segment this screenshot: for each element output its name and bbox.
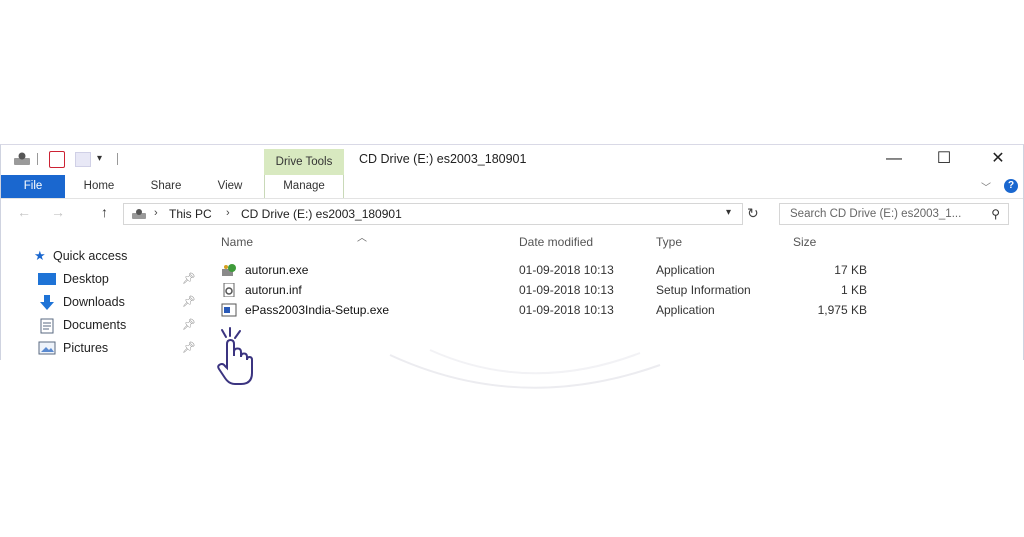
tab-share[interactable]: Share: [141, 175, 191, 198]
column-header-type[interactable]: Type: [656, 235, 682, 249]
setup-exe-icon: [221, 303, 237, 317]
window-title: CD Drive (E:) es2003_180901: [359, 152, 527, 166]
refresh-button[interactable]: ↻: [747, 205, 759, 222]
maximize-button[interactable]: ☐: [929, 149, 959, 171]
column-header-size[interactable]: Size: [793, 235, 816, 249]
downloads-icon: [40, 295, 54, 310]
file-size: 1 KB: [840, 283, 867, 297]
file-name: ePass2003India-Setup.exe: [245, 303, 390, 317]
file-date: 01-09-2018 10:13: [519, 263, 614, 277]
tab-home[interactable]: Home: [75, 175, 123, 198]
sidebar-item-label: Documents: [63, 318, 127, 332]
file-size: 17 KB: [834, 263, 867, 277]
chevron-down-icon[interactable]: ▾: [726, 207, 731, 218]
file-name: autorun.inf: [245, 283, 302, 297]
hand-cursor-icon: [217, 327, 253, 385]
sidebar-item-label: Pictures: [63, 341, 109, 355]
forward-button[interactable]: →: [51, 204, 65, 220]
file-type: Setup Information: [656, 283, 751, 297]
documents-icon: [40, 318, 54, 334]
breadcrumb-cd-drive[interactable]: CD Drive (E:) es2003_180901: [241, 207, 402, 221]
close-button[interactable]: ✕: [983, 149, 1013, 171]
file-size: 1,975 KB: [817, 303, 867, 317]
column-header-name[interactable]: Name: [221, 235, 253, 249]
file-row[interactable]: autorun.inf 01-09-2018 10:13 Setup Infor…: [211, 281, 891, 301]
minimize-button[interactable]: —: [879, 149, 909, 171]
file-date: 01-09-2018 10:13: [519, 303, 614, 317]
pin-icon[interactable]: 📌︎: [182, 272, 196, 285]
customize-qat-icon[interactable]: ▾: [97, 153, 102, 164]
navigation-bar: ← → ↑ › This PC › CD Drive (E:) es2003_1…: [1, 201, 1023, 227]
sidebar-item-documents[interactable]: Documents 📌︎: [1, 316, 201, 336]
background-swirl: [389, 349, 661, 389]
file-list: ︿ Name Date modified Type Size autorun.e…: [211, 231, 1023, 360]
tab-manage[interactable]: Manage: [264, 175, 344, 198]
search-input[interactable]: Search CD Drive (E:) es2003_1... ⚲: [779, 203, 1009, 225]
sidebar-item-downloads[interactable]: Downloads 📌︎: [1, 293, 201, 313]
sidebar-item-pictures[interactable]: Pictures 📌︎: [1, 339, 201, 359]
desktop-icon: [38, 273, 56, 285]
breadcrumb-this-pc[interactable]: This PC: [169, 207, 212, 221]
tab-view[interactable]: View: [207, 175, 253, 198]
pin-icon[interactable]: 📌︎: [182, 295, 196, 308]
star-icon: ★: [34, 248, 46, 263]
tab-file[interactable]: File: [1, 175, 65, 198]
chevron-right-icon: ›: [154, 207, 158, 219]
qat-separator: [37, 153, 38, 165]
ribbon-tabs: File Home Share View Manage ﹀ ?: [1, 175, 1023, 199]
file-type: Application: [656, 263, 715, 277]
chevron-right-icon: ›: [226, 207, 230, 219]
sidebar-item-label: Downloads: [63, 295, 125, 309]
column-header-date-modified[interactable]: Date modified: [519, 235, 593, 249]
search-icon[interactable]: ⚲: [991, 207, 1000, 221]
drive-icon[interactable]: [13, 152, 31, 166]
file-type: Application: [656, 303, 715, 317]
file-explorer-window: ▾ Drive Tools CD Drive (E:) es2003_18090…: [0, 144, 1024, 360]
sidebar-item-label: Desktop: [63, 272, 109, 286]
file-row[interactable]: ePass2003India-Setup.exe 01-09-2018 10:1…: [211, 301, 891, 321]
address-bar[interactable]: › This PC › CD Drive (E:) es2003_180901 …: [123, 203, 743, 225]
search-placeholder: Search CD Drive (E:) es2003_1...: [790, 208, 962, 220]
file-row[interactable]: autorun.exe 01-09-2018 10:13 Application…: [211, 261, 891, 281]
sidebar-item-desktop[interactable]: Desktop 📌︎: [1, 270, 201, 290]
pictures-icon: [38, 341, 56, 355]
sidebar-item-quick-access[interactable]: ★ Quick access: [1, 247, 201, 267]
installer-exe-icon: [222, 264, 236, 276]
new-folder-icon[interactable]: [75, 152, 91, 167]
sidebar-item-label: Quick access: [53, 249, 128, 263]
pin-icon[interactable]: 📌︎: [182, 341, 196, 354]
navigation-pane: ★ Quick access Desktop 📌︎ Downloads 📌︎ D…: [1, 245, 211, 360]
inf-file-icon: [223, 283, 235, 297]
expand-ribbon-icon[interactable]: ﹀: [981, 179, 991, 194]
drive-icon: [132, 209, 146, 219]
pin-icon[interactable]: 📌︎: [182, 318, 196, 331]
back-button[interactable]: ←: [17, 204, 31, 220]
sort-ascending-icon: ︿: [357, 233, 367, 244]
drive-tools-label: Drive Tools: [264, 149, 344, 175]
up-button[interactable]: ↑: [101, 204, 108, 220]
file-date: 01-09-2018 10:13: [519, 283, 614, 297]
title-bar: ▾ Drive Tools CD Drive (E:) es2003_18090…: [1, 145, 1023, 175]
qat-separator: [117, 153, 118, 165]
properties-icon[interactable]: [49, 151, 65, 168]
file-name: autorun.exe: [245, 263, 309, 277]
help-icon[interactable]: ?: [1004, 179, 1018, 193]
